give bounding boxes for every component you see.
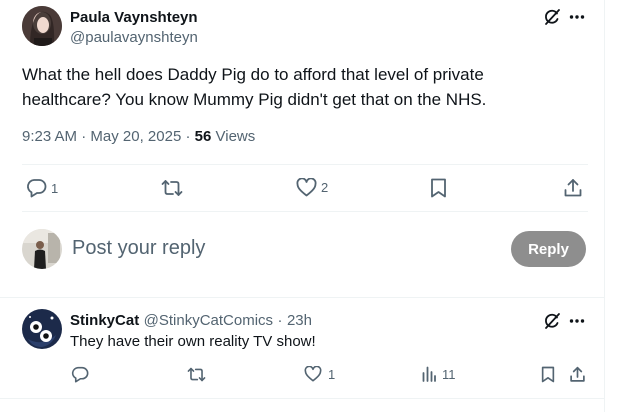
reply-text: They have their own reality TV show! bbox=[70, 333, 316, 350]
post-date[interactable]: May 20, 2025 bbox=[90, 128, 181, 145]
more-icon[interactable] bbox=[569, 318, 585, 324]
reply-like-action[interactable]: 1 bbox=[304, 366, 335, 382]
reply-header: StinkyCat @StinkyCatComics · 23h bbox=[70, 312, 312, 330]
bookmark-icon[interactable] bbox=[430, 178, 447, 198]
bookmark-icon[interactable] bbox=[541, 366, 555, 383]
repost-icon bbox=[187, 366, 206, 383]
views-label: Views bbox=[215, 128, 256, 145]
grok-icon[interactable] bbox=[543, 8, 561, 26]
view-count: 56 bbox=[194, 128, 212, 145]
user-avatar[interactable] bbox=[22, 229, 62, 269]
meta-separator: · bbox=[277, 312, 283, 329]
post-time[interactable]: 9:23 AM bbox=[22, 128, 77, 145]
share-icon[interactable] bbox=[563, 178, 583, 198]
reply-time[interactable]: 23h bbox=[287, 312, 312, 329]
analytics-icon bbox=[422, 366, 436, 382]
reply-button[interactable]: Reply bbox=[511, 231, 586, 267]
author-name[interactable]: Paula Vaynshteyn bbox=[70, 9, 198, 26]
post-meta: 9:23 AM · May 20, 2025 · 56 Views bbox=[22, 128, 255, 145]
divider bbox=[22, 164, 588, 165]
grok-icon[interactable] bbox=[543, 312, 561, 330]
post-thread: Paula Vaynshteyn @paulavaynshteyn What t… bbox=[0, 0, 605, 412]
reply-icon bbox=[71, 366, 89, 383]
divider bbox=[0, 398, 604, 399]
reply-author-handle[interactable]: @StinkyCatComics bbox=[144, 312, 273, 329]
like-count: 2 bbox=[321, 180, 329, 195]
like-action[interactable]: 2 bbox=[296, 178, 328, 197]
reply-count: 1 bbox=[51, 180, 59, 196]
post-text: What the hell does Daddy Pig do to affor… bbox=[22, 65, 487, 109]
divider bbox=[22, 211, 588, 212]
reply-action[interactable]: 1 bbox=[26, 178, 58, 198]
meta-separator: · bbox=[185, 128, 191, 145]
view-count: 11 bbox=[442, 366, 456, 382]
reply-icon bbox=[26, 178, 47, 198]
heart-icon bbox=[296, 178, 317, 197]
like-count: 1 bbox=[328, 366, 336, 382]
share-icon[interactable] bbox=[569, 366, 586, 383]
heart-icon bbox=[304, 366, 322, 382]
author-avatar[interactable] bbox=[22, 6, 62, 46]
more-icon[interactable] bbox=[569, 14, 585, 20]
author-handle[interactable]: @paulavaynshteyn bbox=[70, 29, 198, 46]
reply-repost-action[interactable] bbox=[187, 366, 210, 383]
reply-author-name[interactable]: StinkyCat bbox=[70, 312, 139, 329]
divider bbox=[0, 297, 604, 298]
reply-reply-action[interactable] bbox=[71, 366, 93, 383]
reply-views-action[interactable]: 11 bbox=[422, 366, 456, 382]
reply-author-avatar[interactable] bbox=[22, 309, 62, 349]
meta-separator: · bbox=[81, 128, 87, 145]
repost-icon bbox=[161, 178, 183, 198]
repost-action[interactable] bbox=[161, 178, 183, 198]
reply-input[interactable]: Post your reply bbox=[72, 237, 205, 260]
